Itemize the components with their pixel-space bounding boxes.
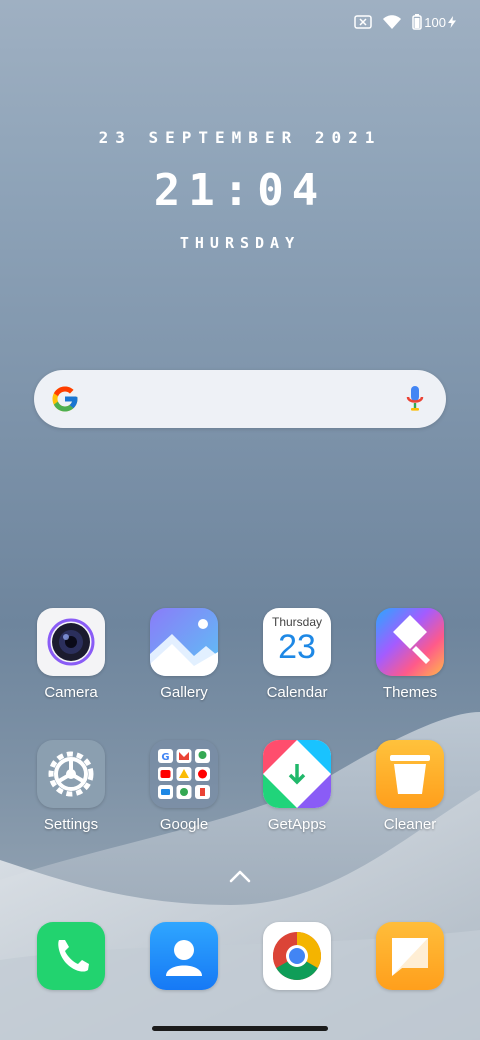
google-g-icon	[50, 384, 80, 419]
google-folder-icon: G	[150, 740, 218, 808]
dock	[0, 922, 480, 992]
app-calendar[interactable]: Thursday 23 Calendar	[247, 608, 347, 701]
getapps-icon	[263, 740, 331, 808]
sim-disabled-icon	[354, 15, 373, 29]
gallery-icon	[150, 608, 218, 676]
camera-icon	[37, 608, 105, 676]
app-label: Themes	[382, 684, 438, 701]
app-label: Settings	[43, 816, 99, 833]
status-bar: 100	[354, 14, 456, 30]
app-drawer-chevron-up-icon[interactable]	[228, 868, 252, 889]
app-gallery[interactable]: Gallery	[134, 608, 234, 701]
messages-icon	[376, 922, 444, 990]
app-label: GetApps	[267, 816, 327, 833]
google-search-bar[interactable]	[34, 370, 446, 428]
gesture-home-bar[interactable]	[152, 1026, 328, 1031]
date-text: 23 SEPTEMBER 2021	[98, 128, 382, 147]
trash-icon	[376, 740, 444, 808]
calendar-icon-date: 23	[278, 628, 316, 666]
app-label: Google	[159, 816, 209, 833]
dock-phone[interactable]	[21, 922, 121, 990]
wifi-icon	[382, 14, 402, 30]
calendar-icon: Thursday 23	[263, 608, 331, 676]
app-themes[interactable]: Themes	[360, 608, 460, 701]
svg-text:G: G	[161, 752, 169, 763]
app-settings[interactable]: Settings	[21, 740, 121, 833]
themes-brush-icon	[376, 608, 444, 676]
app-getapps[interactable]: GetApps	[247, 740, 347, 833]
app-cleaner[interactable]: Cleaner	[360, 740, 460, 833]
contacts-icon	[150, 922, 218, 990]
battery-charging-icon	[412, 14, 423, 30]
dock-messages[interactable]	[360, 922, 460, 990]
battery-level: 100	[424, 14, 446, 30]
battery-indicator: 100	[412, 14, 456, 30]
app-label: Camera	[44, 684, 98, 701]
app-google-folder[interactable]: G Google	[134, 740, 234, 833]
app-label: Cleaner	[383, 816, 437, 833]
app-label: Calendar	[266, 684, 328, 701]
calendar-icon-day: Thursday	[271, 615, 323, 629]
time-text: 21:04	[153, 165, 327, 216]
day-text: THURSDAY	[179, 234, 301, 252]
phone-icon	[37, 922, 105, 990]
chrome-icon	[263, 922, 331, 990]
app-label: Gallery	[160, 684, 208, 701]
app-camera[interactable]: Camera	[21, 608, 121, 701]
dock-chrome[interactable]	[247, 922, 347, 990]
dock-contacts[interactable]	[134, 922, 234, 990]
microphone-icon[interactable]	[406, 385, 424, 418]
clock-widget[interactable]: 23 SEPTEMBER 2021 21:04 THURSDAY	[0, 128, 480, 252]
charging-bolt-icon	[448, 16, 456, 28]
settings-gear-icon	[37, 740, 105, 808]
